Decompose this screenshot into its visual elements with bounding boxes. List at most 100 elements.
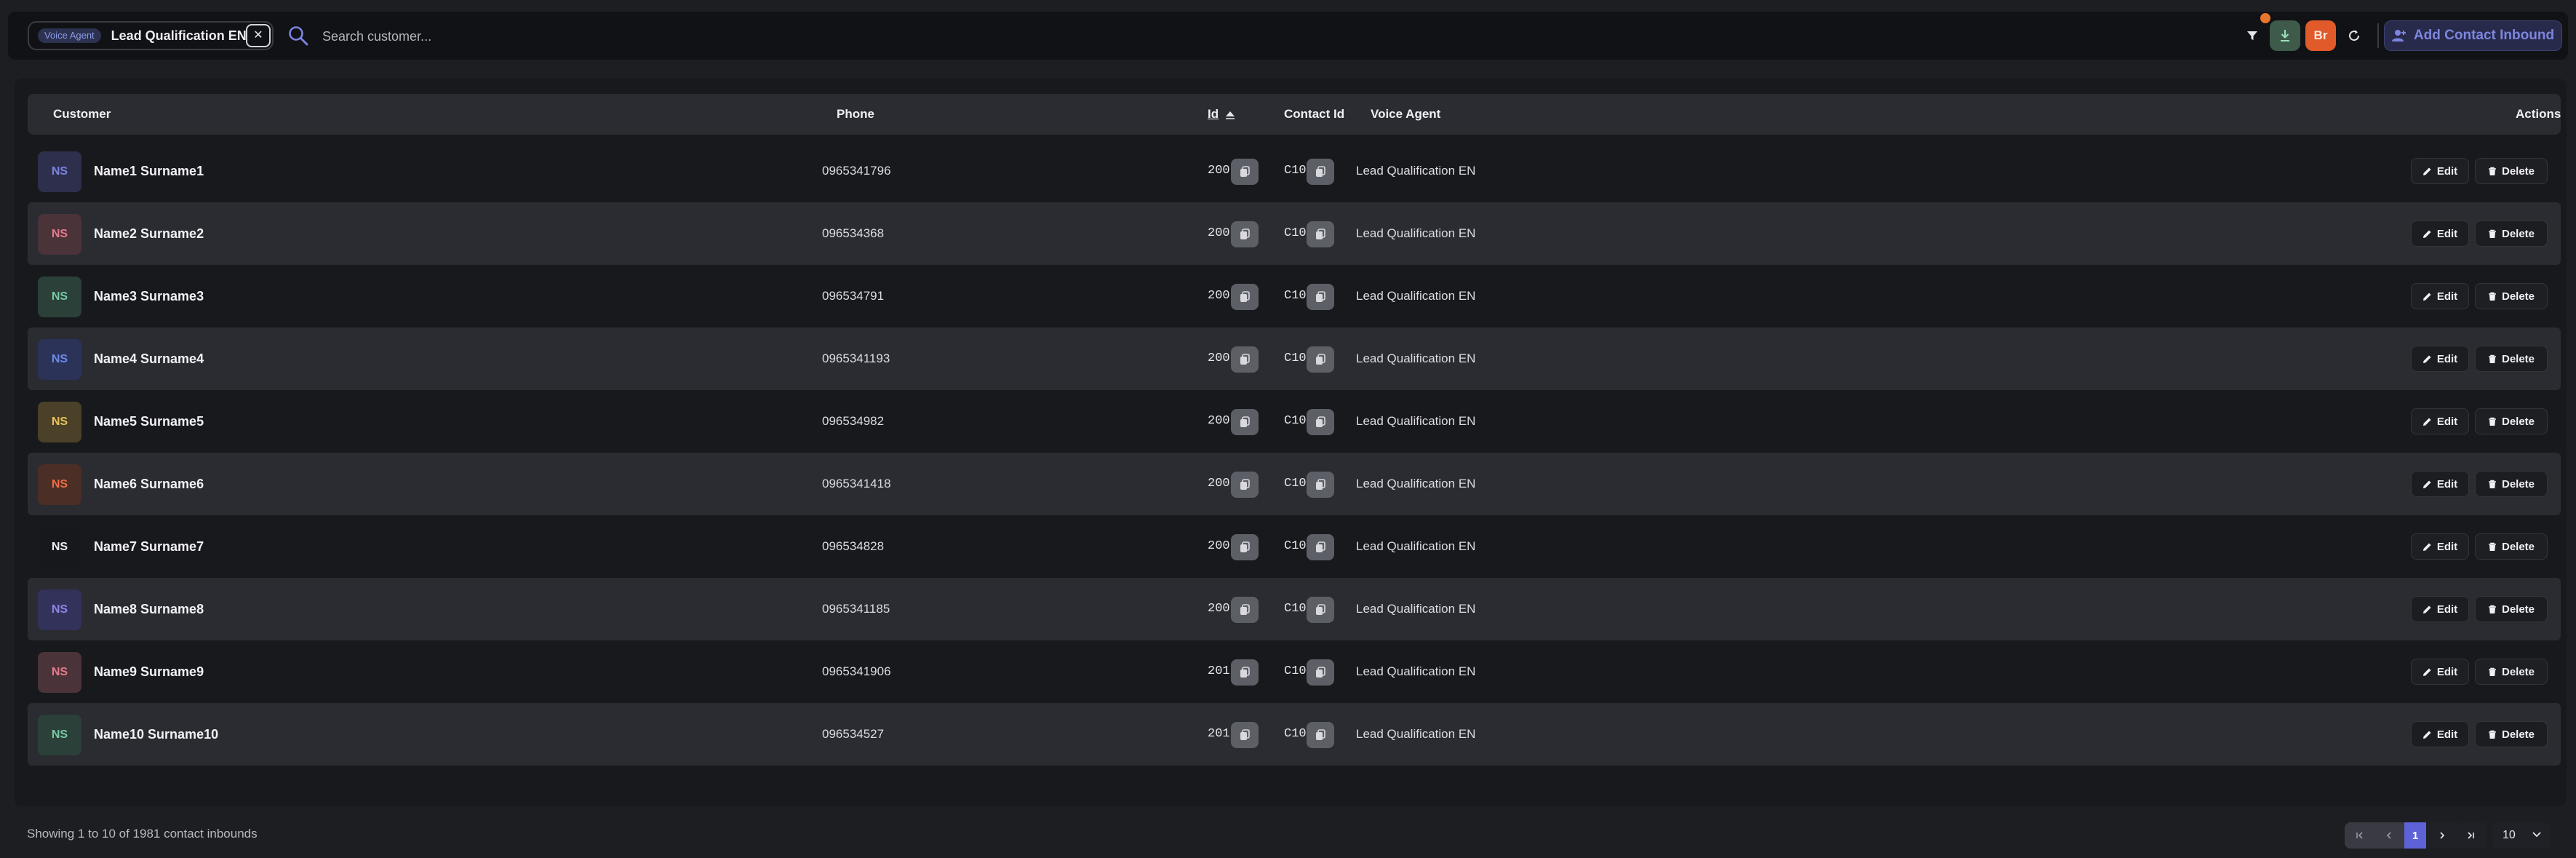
sort-ascending-icon: [1226, 111, 1235, 119]
copy-contact-id-button[interactable]: [1307, 346, 1334, 373]
toolbar-divider: [2377, 23, 2379, 48]
delete-label: Delete: [2501, 540, 2535, 553]
table-row: NS Name3 Surname3 096534791 200 C10 Lead Qual…: [28, 265, 2561, 327]
copy-contact-id-button[interactable]: [1307, 659, 1334, 686]
copy-contact-id-button[interactable]: [1307, 409, 1334, 435]
copy-icon: [1316, 229, 1325, 239]
copy-contact-id-button[interactable]: [1307, 597, 1334, 623]
delete-button[interactable]: Delete: [2475, 471, 2548, 497]
first-page-button[interactable]: [2345, 822, 2374, 849]
edit-button[interactable]: Edit: [2411, 346, 2469, 372]
copy-id-button[interactable]: [1231, 409, 1259, 435]
add-contact-inbound-button[interactable]: Add Contact Inbound: [2384, 20, 2562, 51]
pencil-icon: [2423, 668, 2431, 676]
copy-contact-id-button[interactable]: [1307, 472, 1334, 498]
filter-button[interactable]: [2238, 13, 2270, 51]
trash-icon: [2488, 417, 2496, 426]
search-icon: [289, 26, 308, 46]
trash-icon: [2488, 480, 2496, 488]
pencil-icon: [2423, 731, 2431, 739]
edit-button[interactable]: Edit: [2411, 596, 2469, 622]
voice-agent-name: Lead Qualification EN: [1356, 226, 1476, 240]
contact-id: C10: [1284, 664, 1307, 678]
pagination-summary: Showing 1 to 10 of 1981 contact inbounds: [27, 827, 258, 841]
delete-button[interactable]: Delete: [2475, 408, 2548, 434]
contact-id: C10: [1284, 727, 1307, 741]
copy-contact-id-button[interactable]: [1307, 159, 1334, 185]
copy-contact-id-button[interactable]: [1307, 534, 1334, 560]
edit-button[interactable]: Edit: [2411, 659, 2469, 685]
next-page-button[interactable]: [2428, 822, 2457, 849]
delete-button[interactable]: Delete: [2475, 596, 2548, 622]
table-row: NS Name7 Surname7 096534828 200 C10 Lead Qual…: [28, 515, 2561, 578]
phone-number: 096534828: [822, 539, 885, 553]
delete-button[interactable]: Delete: [2475, 221, 2548, 247]
copy-id-button[interactable]: [1231, 221, 1259, 247]
copy-icon: [1316, 729, 1325, 740]
search-input[interactable]: [321, 23, 978, 50]
delete-button[interactable]: Delete: [2475, 158, 2548, 184]
table-row: NS Name5 Surname5 096534982 200 C10 Lead Qual…: [28, 390, 2561, 453]
phone-number: 0965341906: [822, 664, 891, 678]
delete-button[interactable]: Delete: [2475, 346, 2548, 372]
voice-agent-name: Lead Qualification EN: [1356, 539, 1476, 553]
copy-contact-id-button[interactable]: [1307, 221, 1334, 247]
column-header-phone: Phone: [837, 107, 874, 121]
column-header-id[interactable]: Id: [1208, 94, 1236, 135]
pencil-icon: [2423, 355, 2431, 363]
page-size-select[interactable]: 10: [2492, 822, 2551, 849]
copy-contact-id-button[interactable]: [1307, 722, 1334, 748]
copy-id-button[interactable]: [1231, 159, 1259, 185]
edit-button[interactable]: Edit: [2411, 408, 2469, 434]
chevron-down-icon: [2532, 832, 2541, 838]
copy-id-button[interactable]: [1231, 346, 1259, 373]
delete-button[interactable]: Delete: [2475, 283, 2548, 309]
copy-icon: [1316, 354, 1325, 365]
previous-page-button[interactable]: [2374, 822, 2404, 849]
copy-id-button[interactable]: [1231, 284, 1259, 310]
contact-id: C10: [1284, 414, 1307, 428]
download-button[interactable]: [2270, 20, 2300, 51]
add-user-icon: [2391, 30, 2406, 41]
avatar: NS: [38, 151, 81, 192]
delete-button[interactable]: Delete: [2475, 533, 2548, 560]
last-page-button[interactable]: [2457, 822, 2486, 849]
record-id: 200: [1208, 289, 1230, 303]
phone-number: 0965341796: [822, 164, 891, 178]
copy-id-button[interactable]: [1231, 722, 1259, 748]
pencil-icon: [2423, 480, 2431, 488]
user-avatar-button[interactable]: Br: [2305, 20, 2336, 51]
copy-id-button[interactable]: [1231, 597, 1259, 623]
customer-name: Name4 Surname4: [94, 351, 204, 366]
phone-number: 0965341418: [822, 477, 891, 490]
copy-contact-id-button[interactable]: [1307, 284, 1334, 310]
refresh-button[interactable]: [2342, 20, 2366, 51]
customer-name: Name5 Surname5: [94, 414, 204, 429]
delete-label: Delete: [2501, 290, 2535, 303]
record-id: 200: [1208, 226, 1230, 240]
trash-icon: [2488, 667, 2496, 676]
copy-icon: [1316, 479, 1325, 490]
edit-button[interactable]: Edit: [2411, 158, 2469, 184]
edit-button[interactable]: Edit: [2411, 533, 2469, 560]
edit-button[interactable]: Edit: [2411, 221, 2469, 247]
copy-id-button[interactable]: [1231, 534, 1259, 560]
edit-button[interactable]: Edit: [2411, 721, 2469, 747]
copy-icon: [1316, 166, 1325, 177]
edit-button[interactable]: Edit: [2411, 471, 2469, 497]
voice-agent-name: Lead Qualification EN: [1356, 414, 1476, 428]
filter-chip[interactable]: Voice Agent Lead Qualification EN ✕: [28, 21, 274, 50]
delete-button[interactable]: Delete: [2475, 721, 2548, 747]
delete-label: Delete: [2501, 415, 2535, 428]
copy-id-button[interactable]: [1231, 472, 1259, 498]
page-number-current[interactable]: 1: [2404, 822, 2426, 849]
record-id: 201: [1208, 727, 1230, 741]
pencil-icon: [2423, 293, 2431, 301]
pencil-icon: [2423, 167, 2431, 175]
copy-id-button[interactable]: [1231, 659, 1259, 686]
delete-button[interactable]: Delete: [2475, 659, 2548, 685]
edit-button[interactable]: Edit: [2411, 283, 2469, 309]
column-header-actions: Actions: [2516, 107, 2561, 121]
close-icon[interactable]: ✕: [246, 24, 271, 47]
phone-number: 0965341185: [822, 602, 890, 616]
